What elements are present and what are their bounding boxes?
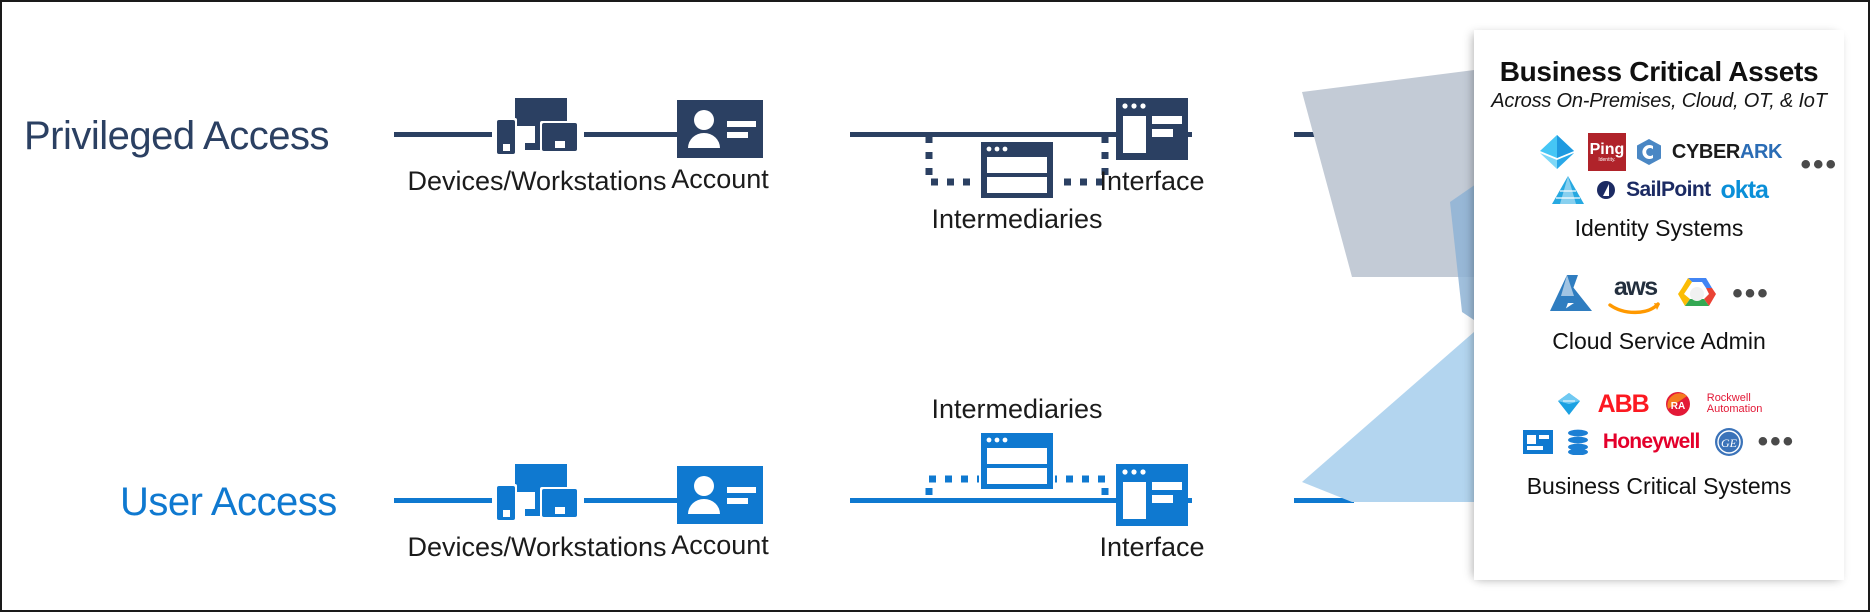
sap-logo (1557, 393, 1580, 415)
node-caption: Account (671, 164, 769, 194)
node-privileged-devices[interactable]: Devices/Workstations (406, 98, 668, 197)
oracle-db-logo (1567, 429, 1588, 455)
logo-rows: Ping Identity. CYBERARK SailPoint okta •… (1474, 133, 1844, 209)
panel-title: Business Critical Assets (1499, 56, 1819, 87)
node-caption: Intermediaries (931, 204, 1103, 234)
sailpoint-logo: SailPoint (1626, 178, 1711, 201)
cyberark-hex-icon (1636, 139, 1661, 165)
rockwell-label2: Automation (1706, 403, 1763, 415)
window-interface-icon-wrap (992, 464, 1312, 526)
okta-logo: okta (1720, 175, 1769, 204)
panel-subtitle: Across On-Premises, Cloud, OT, & IoT (1491, 90, 1827, 112)
siemens-logo (1522, 430, 1553, 454)
devices-icon (495, 98, 579, 156)
bcs-more-dots: ••• (1757, 425, 1796, 458)
node-caption: Intermediaries (931, 394, 1103, 424)
devices-icon-wrap (406, 98, 668, 160)
row-label-user-access: User Access (120, 480, 337, 524)
asset-group-cloud-service-admin: aws ••• Cloud Service Admin (1474, 270, 1844, 355)
general-electric-logo: GE (1714, 428, 1743, 456)
id-card-icon (677, 466, 763, 524)
asset-group-identity-systems: Ping Identity. CYBERARK SailPoint okta •… (1474, 133, 1844, 242)
aws-smile-icon (1608, 302, 1661, 315)
devices-icon (495, 464, 579, 522)
id-card-icon-wrap (632, 466, 808, 524)
node-caption: Devices/Workstations (407, 166, 667, 196)
asset-group-caption: Cloud Service Admin (1552, 328, 1766, 354)
business-critical-assets-panel: Business Critical Assets Across On-Premi… (1474, 30, 1844, 580)
devices-icon-wrap (406, 464, 668, 526)
node-user-interface[interactable]: Interface (992, 464, 1312, 563)
node-privileged-account[interactable]: Account (632, 100, 808, 195)
cloud-more-dots: ••• (1732, 277, 1770, 310)
azure-active-directory-logo (1539, 135, 1574, 169)
asset-group-caption: Identity Systems (1574, 215, 1744, 241)
node-user-account[interactable]: Account (632, 466, 808, 561)
aws-logo: aws (1608, 273, 1662, 315)
node-privileged-interface[interactable]: Interface (992, 98, 1312, 197)
row-label-privileged-access: Privileged Access (24, 114, 329, 158)
oracle-identity-logo (1552, 176, 1585, 204)
logo-row: Ping Identity. CYBERARK (1474, 133, 1844, 171)
node-caption: Interface (1099, 532, 1205, 562)
sailpoint-mark-icon (1597, 181, 1616, 199)
ping-label: Ping (1589, 140, 1625, 158)
id-card-icon-wrap (632, 100, 808, 158)
node-caption: Devices/Workstations (407, 532, 667, 562)
cyberark-label2: ARK (1739, 140, 1783, 163)
honeywell-logo: Honeywell (1602, 430, 1700, 453)
window-interface-icon (1116, 464, 1188, 526)
node-user-devices[interactable]: Devices/Workstations (406, 464, 668, 563)
ping-identity-logo: Ping Identity. (1587, 133, 1626, 171)
identity-more-dots: ••• (1800, 148, 1838, 181)
window-interface-icon-wrap (992, 98, 1312, 160)
aws-label: aws (1613, 273, 1658, 301)
ping-sublabel: Identity. (1598, 156, 1616, 163)
logo-row: SailPoint okta ••• (1474, 150, 1844, 209)
microsoft-azure-logo (1550, 275, 1593, 311)
rockwell-mark-icon: RA (1665, 392, 1690, 416)
logo-rows: ABB RA Rockwell Automation Honeywell GE … (1474, 385, 1844, 461)
cyberark-logo: CYBERARK (1671, 140, 1783, 164)
node-caption: Interface (1099, 166, 1205, 196)
diagram-canvas: Privileged Access Devices/Workstations A… (0, 0, 1870, 612)
svg-text:RA: RA (1671, 401, 1685, 412)
asset-group-caption: Business Critical Systems (1526, 473, 1792, 499)
rockwell-automation-logo: Rockwell Automation (1706, 392, 1763, 415)
logo-row: ABB RA Rockwell Automation (1474, 385, 1844, 423)
google-cloud-logo (1678, 278, 1717, 306)
svg-text:GE: GE (1721, 436, 1738, 450)
logo-row: Honeywell GE ••• (1474, 423, 1844, 461)
cyberark-label: CYBER (1671, 140, 1740, 163)
window-interface-icon (1116, 98, 1188, 160)
logo-row: aws ••• (1474, 270, 1844, 318)
asset-group-business-critical-systems: ABB RA Rockwell Automation Honeywell GE … (1474, 385, 1844, 500)
id-card-icon (677, 100, 763, 158)
abb-logo: ABB (1597, 389, 1650, 418)
node-caption: Account (671, 530, 769, 560)
